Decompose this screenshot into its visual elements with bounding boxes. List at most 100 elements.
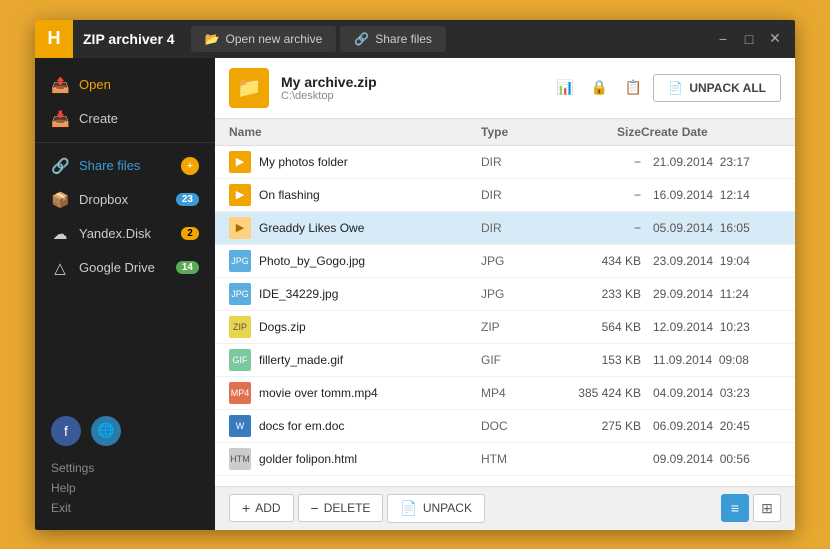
table-row[interactable]: HTM golder folipon.html HTM 09.09.2014 0… bbox=[215, 443, 795, 476]
bottom-toolbar: + ADD − DELETE 📄 UNPACK ≡ ⊞ bbox=[215, 486, 795, 530]
file-name-cell: JPG Photo_by_Gogo.jpg bbox=[229, 250, 481, 272]
help-link[interactable]: Help bbox=[51, 478, 199, 498]
close-button[interactable]: ✕ bbox=[763, 27, 787, 51]
file-date-cell: 29.09.2014 11:24 bbox=[641, 287, 781, 301]
file-icon: ZIP bbox=[229, 316, 251, 338]
file-rows: ▶ My photos folder DIR − 21.09.2014 23:1… bbox=[215, 146, 795, 476]
delete-button[interactable]: − DELETE bbox=[298, 494, 384, 522]
yandex-badge: 2 bbox=[181, 227, 199, 240]
file-size-cell: 275 KB bbox=[551, 419, 641, 433]
table-row[interactable]: JPG IDE_34229.jpg JPG 233 KB 29.09.2014 … bbox=[215, 278, 795, 311]
file-type-cell: DIR bbox=[481, 221, 551, 235]
share-add-icon[interactable]: + bbox=[181, 157, 199, 175]
create-icon: 📥 bbox=[51, 110, 69, 128]
sidebar-item-google[interactable]: △ Google Drive 14 bbox=[35, 251, 215, 285]
file-name-cell: JPG IDE_34229.jpg bbox=[229, 283, 481, 305]
file-size-cell: 153 KB bbox=[551, 353, 641, 367]
chart-icon[interactable]: 📊 bbox=[551, 74, 579, 102]
file-name-cell: W docs for em.doc bbox=[229, 415, 481, 437]
file-size-cell: 233 KB bbox=[551, 287, 641, 301]
app-window: H ZIP archiver 4 📂 Open new archive 🔗 Sh… bbox=[35, 20, 795, 530]
file-icon: JPG bbox=[229, 250, 251, 272]
archive-tools: 📊 🔒 📋 📄 UNPACK ALL bbox=[551, 74, 781, 102]
table-row[interactable]: ▶ On flashing DIR − 16.09.2014 12:14 bbox=[215, 179, 795, 212]
file-icon: ▶ bbox=[229, 151, 251, 173]
sidebar-item-dropbox[interactable]: 📦 Dropbox 23 bbox=[35, 183, 215, 217]
titlebar-actions: 📂 Open new archive 🔗 Share files bbox=[191, 26, 711, 52]
file-type-cell: HTM bbox=[481, 452, 551, 466]
file-icon: HTM bbox=[229, 448, 251, 470]
facebook-icon[interactable]: f bbox=[51, 416, 81, 446]
table-row[interactable]: JPG Photo_by_Gogo.jpg JPG 434 KB 23.09.2… bbox=[215, 245, 795, 278]
archive-icon: 📁 bbox=[229, 68, 269, 108]
open-archive-button[interactable]: 📂 Open new archive bbox=[191, 26, 337, 52]
yandex-icon: ☁ bbox=[51, 225, 69, 243]
lock-icon[interactable]: 🔒 bbox=[585, 74, 613, 102]
content-area: 📁 My archive.zip C:\desktop 📊 🔒 📋 📄 UNPA… bbox=[215, 58, 795, 530]
settings-link[interactable]: Settings bbox=[51, 458, 199, 478]
list-view-button[interactable]: ≡ bbox=[721, 494, 749, 522]
file-name-cell: HTM golder folipon.html bbox=[229, 448, 481, 470]
dropbox-icon: 📦 bbox=[51, 191, 69, 209]
file-type-cell: DIR bbox=[481, 155, 551, 169]
file-name-cell: ▶ On flashing bbox=[229, 184, 481, 206]
file-name-cell: ZIP Dogs.zip bbox=[229, 316, 481, 338]
app-logo: H bbox=[35, 20, 73, 58]
file-name-cell: ▶ My photos folder bbox=[229, 151, 481, 173]
sidebar: 📤 Open 📥 Create 🔗 Share files + 📦 Dropbo… bbox=[35, 58, 215, 530]
file-name-cell: GIF fillerty_made.gif bbox=[229, 349, 481, 371]
file-icon: GIF bbox=[229, 349, 251, 371]
table-row[interactable]: ZIP Dogs.zip ZIP 564 KB 12.09.2014 10:23 bbox=[215, 311, 795, 344]
exit-link[interactable]: Exit bbox=[51, 498, 199, 518]
sidebar-divider-1 bbox=[35, 142, 215, 143]
social-icons: f 🌐 bbox=[51, 416, 199, 446]
dropbox-badge: 23 bbox=[176, 193, 199, 206]
add-button[interactable]: + ADD bbox=[229, 494, 294, 522]
archive-path: C:\desktop bbox=[281, 90, 539, 102]
view-controls: ≡ ⊞ bbox=[721, 494, 781, 522]
file-icon: MP4 bbox=[229, 382, 251, 404]
open-icon: 📤 bbox=[51, 76, 69, 94]
share-icon: 🔗 bbox=[354, 32, 369, 46]
archive-name: My archive.zip bbox=[281, 74, 539, 90]
table-row[interactable]: W docs for em.doc DOC 275 KB 06.09.2014 … bbox=[215, 410, 795, 443]
sidebar-item-create[interactable]: 📥 Create bbox=[35, 102, 215, 136]
file-icon: W bbox=[229, 415, 251, 437]
share-files-button[interactable]: 🔗 Share files bbox=[340, 26, 446, 52]
sidebar-item-yandex[interactable]: ☁ Yandex.Disk 2 bbox=[35, 217, 215, 251]
web-icon[interactable]: 🌐 bbox=[91, 416, 121, 446]
sidebar-item-share[interactable]: 🔗 Share files + bbox=[35, 149, 215, 183]
file-date-cell: 16.09.2014 12:14 bbox=[641, 188, 781, 202]
unpack-all-button[interactable]: 📄 UNPACK ALL bbox=[653, 74, 781, 102]
grid-view-button[interactable]: ⊞ bbox=[753, 494, 781, 522]
table-row[interactable]: ▶ My photos folder DIR − 21.09.2014 23:1… bbox=[215, 146, 795, 179]
table-row[interactable]: MP4 movie over tomm.mp4 MP4 385 424 KB 0… bbox=[215, 377, 795, 410]
info-icon[interactable]: 📋 bbox=[619, 74, 647, 102]
file-size-cell: 385 424 KB bbox=[551, 386, 641, 400]
sidebar-item-open[interactable]: 📤 Open bbox=[35, 68, 215, 102]
file-type-cell: DOC bbox=[481, 419, 551, 433]
file-icon: JPG bbox=[229, 283, 251, 305]
file-list-container: Name Type Size Create Date ▶ My photos f… bbox=[215, 119, 795, 486]
file-size-cell: 564 KB bbox=[551, 320, 641, 334]
app-name: ZIP archiver 4 bbox=[73, 31, 191, 47]
archive-info: My archive.zip C:\desktop bbox=[281, 74, 539, 102]
minimize-button[interactable]: − bbox=[711, 27, 735, 51]
table-row[interactable]: GIF fillerty_made.gif GIF 153 KB 11.09.2… bbox=[215, 344, 795, 377]
file-date-cell: 11.09.2014 09:08 bbox=[641, 353, 781, 367]
file-list-header: Name Type Size Create Date bbox=[215, 119, 795, 146]
sidebar-nav: 📤 Open 📥 Create 🔗 Share files + 📦 Dropbo… bbox=[35, 58, 215, 295]
window-controls: − □ ✕ bbox=[711, 27, 795, 51]
unpack-button[interactable]: 📄 UNPACK bbox=[387, 494, 485, 523]
maximize-button[interactable]: □ bbox=[737, 27, 761, 51]
file-type-cell: MP4 bbox=[481, 386, 551, 400]
unpack-icon: 📄 bbox=[668, 81, 683, 95]
table-row[interactable]: ▶ Greaddy Likes Owe DIR − 05.09.2014 16:… bbox=[215, 212, 795, 245]
file-size-cell: − bbox=[551, 188, 641, 202]
file-date-cell: 12.09.2014 10:23 bbox=[641, 320, 781, 334]
share-files-icon: 🔗 bbox=[51, 157, 69, 175]
sidebar-footer: f 🌐 Settings Help Exit bbox=[35, 404, 215, 530]
add-icon: + bbox=[242, 500, 250, 516]
delete-icon: − bbox=[311, 500, 319, 516]
file-date-cell: 05.09.2014 16:05 bbox=[641, 221, 781, 235]
